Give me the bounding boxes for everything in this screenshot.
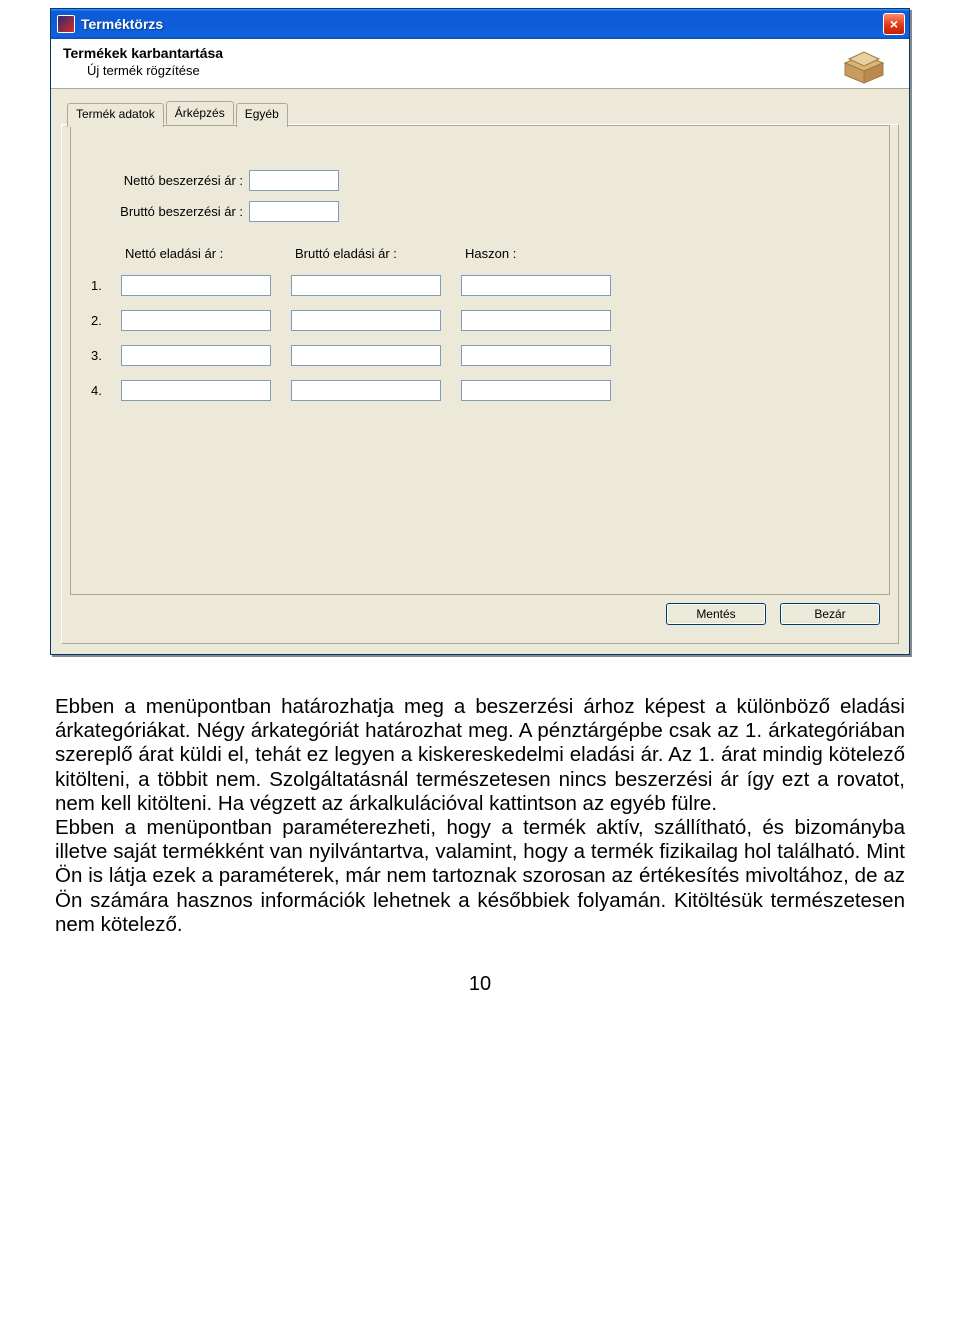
header-gross-sale: Bruttó eladási ár : (291, 246, 461, 261)
header-profit: Haszon : (461, 246, 631, 261)
close-icon[interactable]: × (883, 13, 905, 35)
input-gross-sale-4[interactable] (291, 380, 441, 401)
input-gross-sale-1[interactable] (291, 275, 441, 296)
input-profit-1[interactable] (461, 275, 611, 296)
window-title: Terméktörzs (81, 16, 883, 32)
input-gross-purchase[interactable] (249, 201, 339, 222)
document-body-1: Ebben a menüpontban határozhatja meg a b… (0, 655, 960, 816)
input-gross-sale-2[interactable] (291, 310, 441, 331)
tab-panel: Nettó beszerzési ár : Bruttó beszerzési … (61, 124, 899, 644)
screenshot-container: Terméktörzs × Termékek karbantartása Új … (0, 0, 960, 655)
tab-other[interactable]: Egyéb (236, 103, 288, 127)
input-net-purchase[interactable] (249, 170, 339, 191)
tabpane-pricing: Nettó beszerzési ár : Bruttó beszerzési … (70, 125, 890, 595)
footer-buttons: Mentés Bezár (666, 603, 880, 625)
input-net-sale-3[interactable] (121, 345, 271, 366)
subheader-subtitle: Új termék rögzítése (63, 63, 897, 78)
input-profit-4[interactable] (461, 380, 611, 401)
box-icon (839, 45, 889, 85)
content-area: Termék adatok Árképzés Egyéb Nettó besze… (51, 89, 909, 654)
input-profit-3[interactable] (461, 345, 611, 366)
close-button[interactable]: Bezár (780, 603, 880, 625)
header-net-sale: Nettó eladási ár : (121, 246, 291, 261)
document-body-2: Ebben a menüpontban paraméterezheti, hog… (0, 816, 960, 937)
price-grid: Nettó eladási ár : Bruttó eladási ár : H… (91, 246, 869, 401)
input-net-sale-2[interactable] (121, 310, 271, 331)
tab-strip: Termék adatok Árképzés Egyéb (61, 101, 899, 125)
subheader-title: Termékek karbantartása (63, 45, 897, 61)
row-num-4: 4. (91, 383, 121, 398)
row-num-1: 1. (91, 278, 121, 293)
subheader: Termékek karbantartása Új termék rögzíté… (51, 39, 909, 89)
tab-product-data[interactable]: Termék adatok (67, 103, 164, 127)
label-net-purchase: Nettó beszerzési ár : (91, 173, 249, 188)
label-gross-purchase: Bruttó beszerzési ár : (91, 204, 249, 219)
row-num-3: 3. (91, 348, 121, 363)
input-gross-sale-3[interactable] (291, 345, 441, 366)
tab-pricing[interactable]: Árképzés (166, 101, 234, 125)
dialog-window: Terméktörzs × Termékek karbantartása Új … (50, 8, 910, 655)
save-button[interactable]: Mentés (666, 603, 766, 625)
input-net-sale-1[interactable] (121, 275, 271, 296)
app-icon (57, 15, 75, 33)
page-number: 10 (0, 973, 960, 996)
input-net-sale-4[interactable] (121, 380, 271, 401)
row-gross-purchase: Bruttó beszerzési ár : (91, 201, 869, 222)
titlebar[interactable]: Terméktörzs × (51, 9, 909, 39)
row-net-purchase: Nettó beszerzési ár : (91, 170, 869, 191)
row-num-2: 2. (91, 313, 121, 328)
input-profit-2[interactable] (461, 310, 611, 331)
